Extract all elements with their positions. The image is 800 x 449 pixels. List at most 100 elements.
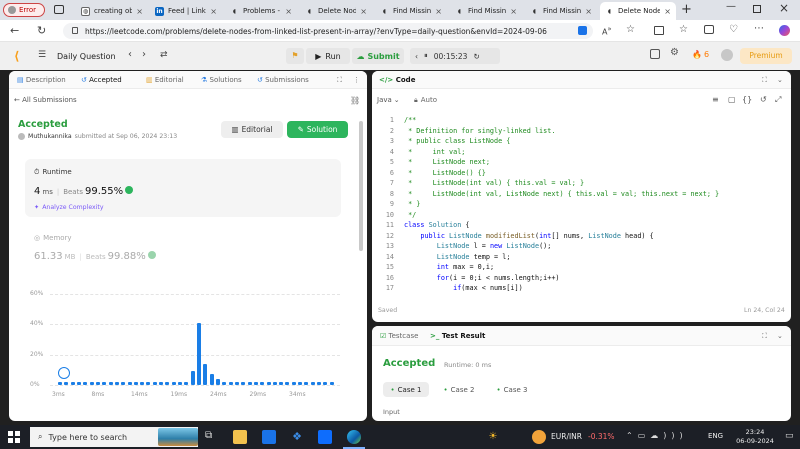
- ticker-name[interactable]: EUR/INR: [551, 432, 582, 441]
- mail-icon[interactable]: [262, 430, 276, 444]
- auto-toggle[interactable]: 🔒︎ Auto: [414, 96, 437, 105]
- code-area[interactable]: 1 /** 2 * Definition for singly-linked lis…: [372, 115, 791, 295]
- problem-list-icon[interactable]: ☰: [38, 50, 46, 60]
- tab-testcase[interactable]: ☑ Testcase: [380, 332, 418, 340]
- leetcode-logo-icon[interactable]: ⟨: [14, 49, 19, 63]
- collapse-panel-icon[interactable]: ⌄: [777, 76, 783, 84]
- tab-find-missing-1[interactable]: ◖Find Missing×: [375, 2, 447, 20]
- close-icon[interactable]: ×: [435, 7, 442, 16]
- favorites-bar-icon[interactable]: ☆: [679, 24, 688, 35]
- share-link-icon[interactable]: ⛓: [350, 96, 360, 105]
- premium-button[interactable]: Premium: [740, 48, 792, 64]
- all-submissions-link[interactable]: ← All Submissions: [14, 96, 77, 104]
- editorial-button[interactable]: ▥ Editorial: [221, 121, 283, 138]
- dropbox-icon[interactable]: ❖: [290, 430, 304, 444]
- close-icon[interactable]: ×: [210, 7, 217, 16]
- tab-solutions[interactable]: ⚗ Solutions: [201, 76, 242, 84]
- test-result-panel: ☑ Testcase >_ Test Result ⛶ ⌄ Accepted R…: [372, 326, 791, 421]
- close-icon[interactable]: ×: [285, 7, 292, 16]
- prev-question-icon[interactable]: ‹: [128, 49, 132, 60]
- debug-button[interactable]: ⚑: [286, 48, 304, 64]
- collections-icon[interactable]: [704, 25, 714, 34]
- linkedin-icon: in: [155, 6, 164, 16]
- url-field[interactable]: https://leetcode.com/problems/delete-nod…: [63, 23, 593, 39]
- error-badge[interactable]: Error: [3, 3, 45, 17]
- random-question-icon[interactable]: ⇄: [160, 50, 168, 60]
- case-2-tab[interactable]: • Case 2: [436, 382, 482, 397]
- clock[interactable]: 23:24 06-09-2024: [733, 428, 777, 446]
- task-view-icon[interactable]: ⧉: [205, 430, 212, 441]
- line-number: 6: [389, 168, 394, 177]
- language-select[interactable]: Java ⌄: [377, 96, 400, 104]
- panel-menu-icon[interactable]: ⋮: [353, 76, 360, 84]
- refresh-icon[interactable]: ↻: [37, 24, 46, 38]
- maximize-panel-icon[interactable]: ⛶: [762, 76, 767, 85]
- bookmark-icon[interactable]: ▢: [728, 95, 736, 104]
- close-icon[interactable]: ×: [360, 7, 367, 16]
- close-icon[interactable]: ×: [510, 7, 517, 16]
- settings-gear-icon[interactable]: ⚙: [670, 47, 679, 58]
- format-icon[interactable]: ≡: [712, 95, 719, 104]
- extension-icon[interactable]: [578, 26, 587, 35]
- tab-find-missing-3[interactable]: ◖Find Missing×: [525, 2, 597, 20]
- close-icon[interactable]: ×: [585, 7, 592, 16]
- tab-actions-icon[interactable]: [54, 5, 64, 14]
- back-icon[interactable]: ←: [10, 24, 19, 38]
- timer[interactable]: ‹ ⏸ 00:15:23 ↻: [410, 48, 500, 64]
- new-tab-button[interactable]: +: [681, 2, 692, 17]
- case-3-tab[interactable]: • Case 3: [489, 382, 535, 397]
- tab-delete-node-active[interactable]: ◖ Delete Node ×: [600, 2, 676, 20]
- app-icon[interactable]: [318, 430, 332, 444]
- currency-icon[interactable]: [532, 430, 546, 444]
- layout-icon[interactable]: [650, 49, 660, 59]
- language-indicator[interactable]: ENG: [708, 432, 723, 440]
- runtime-card[interactable]: ⏱ Runtime 4 ms | Beats 99.55% ✦ Analyze Co…: [25, 159, 341, 217]
- submit-button[interactable]: ☁ Submit: [352, 48, 404, 64]
- analyze-complexity-link[interactable]: ✦ Analyze Complexity: [34, 204, 103, 211]
- expand-icon[interactable]: ⤢: [775, 95, 781, 105]
- favorite-icon[interactable]: ☆: [626, 24, 635, 35]
- tab-test-result[interactable]: >_ Test Result: [430, 332, 485, 340]
- tab-description[interactable]: ▤ Description: [17, 76, 66, 84]
- next-question-icon[interactable]: ›: [142, 49, 146, 60]
- maximize-panel-icon[interactable]: ⛶: [762, 332, 767, 341]
- tab-delete-node-1[interactable]: ◖Delete Node×: [300, 2, 372, 20]
- run-button[interactable]: ▶ Run: [306, 48, 350, 64]
- case-1-tab[interactable]: • Case 1: [383, 382, 429, 397]
- close-icon[interactable]: ×: [136, 7, 143, 16]
- tab-submissions[interactable]: ↺ Submissions: [257, 76, 309, 84]
- tab-linkedin[interactable]: inFeed | Linked×: [150, 2, 222, 20]
- avatar[interactable]: [721, 49, 733, 61]
- tab-problems[interactable]: ◖Problems - Le×: [225, 2, 297, 20]
- solution-button[interactable]: ✎ Solution: [287, 121, 348, 138]
- tray-icons[interactable]: ⌃▭☁))): [626, 431, 688, 440]
- username[interactable]: Muthukannika: [28, 133, 72, 140]
- tab-creating-objects[interactable]: ◍creating obje×: [76, 2, 148, 20]
- notification-icon[interactable]: ▭: [785, 431, 794, 441]
- taskbar-search[interactable]: ⌕ Type here to search: [30, 427, 198, 447]
- tab-editorial[interactable]: ▥ Editorial: [146, 76, 184, 84]
- daily-question-link[interactable]: Daily Question: [57, 52, 116, 61]
- memory-card[interactable]: ◎ Memory 61.33 MB | Beats 99.88%: [25, 227, 341, 267]
- edge-copilot-icon[interactable]: [779, 25, 790, 36]
- windows-start-icon[interactable]: [8, 431, 20, 443]
- read-aloud-icon[interactable]: A»: [602, 25, 612, 37]
- split-screen-icon[interactable]: [654, 26, 664, 35]
- tab-find-missing-2[interactable]: ◖Find Missing×: [450, 2, 522, 20]
- minimize-button[interactable]: —: [726, 1, 736, 12]
- close-window-button[interactable]: ×: [779, 1, 789, 15]
- undo-icon[interactable]: ↺: [760, 95, 767, 104]
- copilot-icon[interactable]: ♡: [729, 24, 738, 35]
- maximize-panel-icon[interactable]: ⛶: [337, 76, 342, 85]
- more-menu-icon[interactable]: ⋯: [754, 23, 764, 34]
- scrollbar[interactable]: [359, 121, 363, 251]
- collapse-panel-icon[interactable]: ⌄: [777, 332, 783, 340]
- tab-accepted[interactable]: ↺ Accepted: [81, 76, 122, 84]
- streak-counter[interactable]: 🔥 6: [692, 50, 709, 59]
- edge-browser-icon[interactable]: [347, 430, 361, 444]
- close-icon[interactable]: ×: [664, 7, 671, 16]
- weather-icon[interactable]: ☀: [486, 430, 500, 444]
- braces-icon[interactable]: {}: [742, 95, 752, 104]
- maximize-button[interactable]: [753, 5, 761, 13]
- file-explorer-icon[interactable]: [233, 430, 247, 444]
